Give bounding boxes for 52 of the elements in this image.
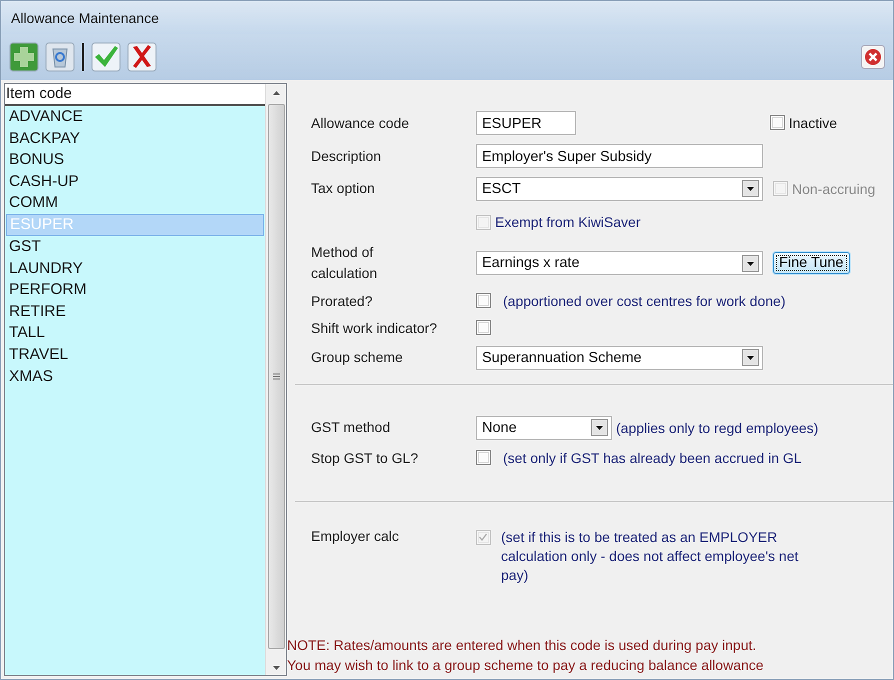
note-text: You may wish to link to a group scheme to pay a reducing balance allowance: [287, 656, 765, 675]
cross-icon[interactable]: [127, 42, 157, 72]
column-header[interactable]: Item code: [5, 84, 265, 106]
list-item[interactable]: GST: [6, 236, 264, 258]
toolbar-separator-icon: [81, 42, 85, 72]
dropdown[interactable]: Earnings x rate: [476, 251, 763, 275]
checkbox-label: Exempt from KiwiSaver: [495, 214, 640, 230]
list-item[interactable]: CASH-UP: [6, 170, 264, 192]
hint-text: (set only if GST has already been accrued in GL: [503, 450, 802, 466]
field-label: Group scheme: [311, 348, 403, 367]
text-field[interactable]: ESUPER: [476, 110, 576, 134]
hint-text: (apportioned over cost centres for work done): [503, 292, 786, 308]
field-label: Employer calc: [311, 528, 399, 544]
field-label: GST method: [311, 418, 390, 437]
checkbox[interactable]: [770, 115, 785, 130]
grip-icon: [272, 373, 280, 380]
list-item[interactable]: ADVANCE: [6, 106, 264, 128]
list-item[interactable]: COMM: [6, 192, 264, 214]
fine-tune-button[interactable]: Fine Tune: [773, 252, 850, 274]
checkbox-label: Inactive: [788, 114, 837, 130]
field-label: Prorated?: [311, 292, 372, 308]
dropdown[interactable]: ESCT: [476, 176, 763, 200]
list-item[interactable]: BACKPAY: [6, 128, 264, 150]
field-label: Shift work indicator?: [311, 320, 438, 336]
list-item[interactable]: BONUS: [6, 149, 264, 171]
list-item[interactable]: TALL: [6, 322, 264, 344]
list-item[interactable]: TRAVEL: [6, 344, 264, 366]
dropdown[interactable]: None: [476, 416, 612, 440]
window-title: Allowance Maintenance: [11, 10, 159, 26]
field-label: Tax option: [311, 179, 375, 198]
hint-text: (applies only to regd employees): [616, 420, 818, 436]
scrollbar-thumb[interactable]: [268, 104, 284, 649]
list-item[interactable]: PERFORM: [6, 279, 264, 301]
checkbox[interactable]: [476, 320, 491, 335]
list-item[interactable]: RETIRE: [6, 300, 264, 322]
checkbox[interactable]: [476, 293, 491, 308]
trash-bin-icon[interactable]: [45, 42, 75, 72]
close-icon[interactable]: [861, 45, 885, 69]
field-label: Stop GST to GL?: [311, 450, 418, 466]
text-field[interactable]: Employer's Super Subsidy: [476, 144, 763, 168]
checkmark-icon[interactable]: [91, 42, 121, 72]
dropdown[interactable]: Superannuation Scheme: [476, 346, 763, 370]
list-item[interactable]: XMAS: [6, 366, 264, 388]
checkbox[interactable]: [476, 450, 491, 465]
field-label: Description: [311, 148, 382, 164]
list-item[interactable]: LAUNDRY: [6, 258, 264, 280]
note-text: NOTE: Rates/amounts are entered when this code is used during pay input.: [287, 636, 758, 655]
checkbox-label: Non-accruing: [792, 180, 876, 196]
field-label: Method of calculation: [311, 243, 378, 283]
hint-text: (set if this is to be treated as an EMPLOYER calculation only - does not affect employee's net pay): [501, 528, 800, 585]
field-label: Allowance code: [311, 114, 410, 130]
plus-icon[interactable]: [9, 42, 39, 72]
